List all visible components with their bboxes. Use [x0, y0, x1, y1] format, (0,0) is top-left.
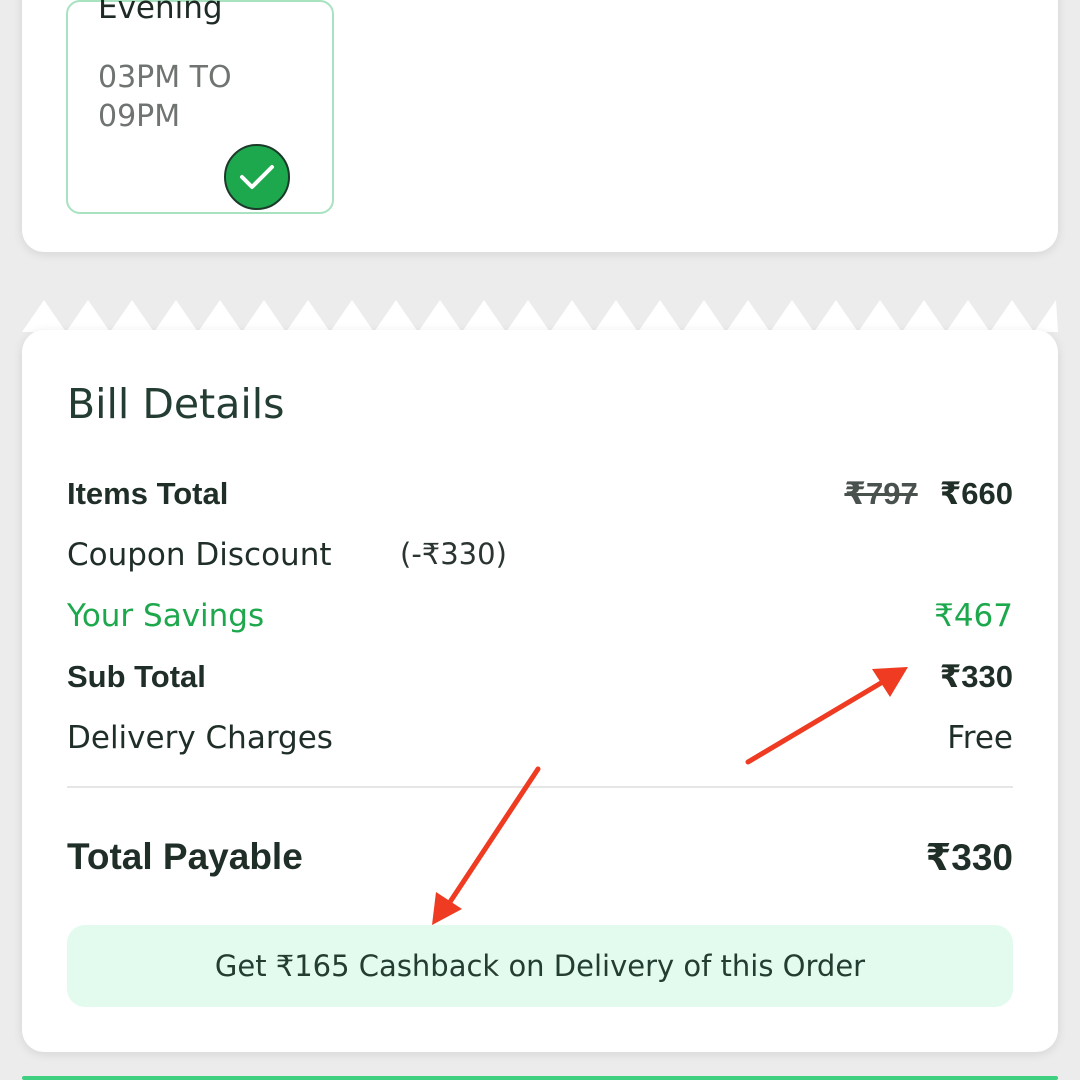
slot-option-evening[interactable]: Evening 03PM TO 09PM: [66, 0, 334, 214]
delivery-charges-label: Delivery Charges: [67, 720, 333, 756]
items-total-value-group: ₹797 ₹660: [844, 476, 1013, 512]
total-payable-label: Total Payable: [67, 836, 303, 877]
check-icon: [224, 144, 290, 210]
delivery-charges-row: Delivery Charges Free: [67, 720, 1013, 764]
coupon-discount-value: (-₹330): [400, 537, 507, 571]
bottom-card-edge: [22, 1076, 1058, 1080]
receipt-zigzag-edge: [22, 300, 1058, 332]
delivery-slot-card: Evening 03PM TO 09PM: [22, 0, 1058, 252]
slot-name: Evening: [98, 0, 223, 26]
total-payable-row: Total Payable ₹330: [67, 836, 1013, 880]
savings-row: Your Savings ₹467: [67, 598, 1013, 642]
savings-label: Your Savings: [67, 598, 265, 634]
bill-details-card: Bill Details Items Total ₹797 ₹660 Coupon…: [22, 330, 1058, 1052]
sub-total-label: Sub Total: [67, 659, 206, 694]
slot-time: 03PM TO 09PM: [98, 60, 232, 134]
cashback-banner: Get ₹165 Cashback on Delivery of this Or…: [67, 925, 1013, 1007]
delivery-charges-value: Free: [947, 720, 1013, 756]
total-payable-value: ₹330: [925, 837, 1013, 878]
bill-title: Bill Details: [67, 380, 285, 428]
items-total-label: Items Total: [67, 476, 229, 511]
items-total-original-price: ₹797: [844, 476, 918, 511]
coupon-discount-label: Coupon Discount: [67, 537, 332, 573]
coupon-discount-row: Coupon Discount (-₹330): [67, 537, 1013, 581]
items-total-row: Items Total ₹797 ₹660: [67, 476, 1013, 520]
bill-divider: [67, 786, 1013, 788]
sub-total-value: ₹330: [939, 659, 1013, 694]
savings-value: ₹467: [934, 598, 1013, 634]
sub-total-row: Sub Total ₹330: [67, 659, 1013, 703]
items-total-value: ₹660: [939, 476, 1013, 511]
